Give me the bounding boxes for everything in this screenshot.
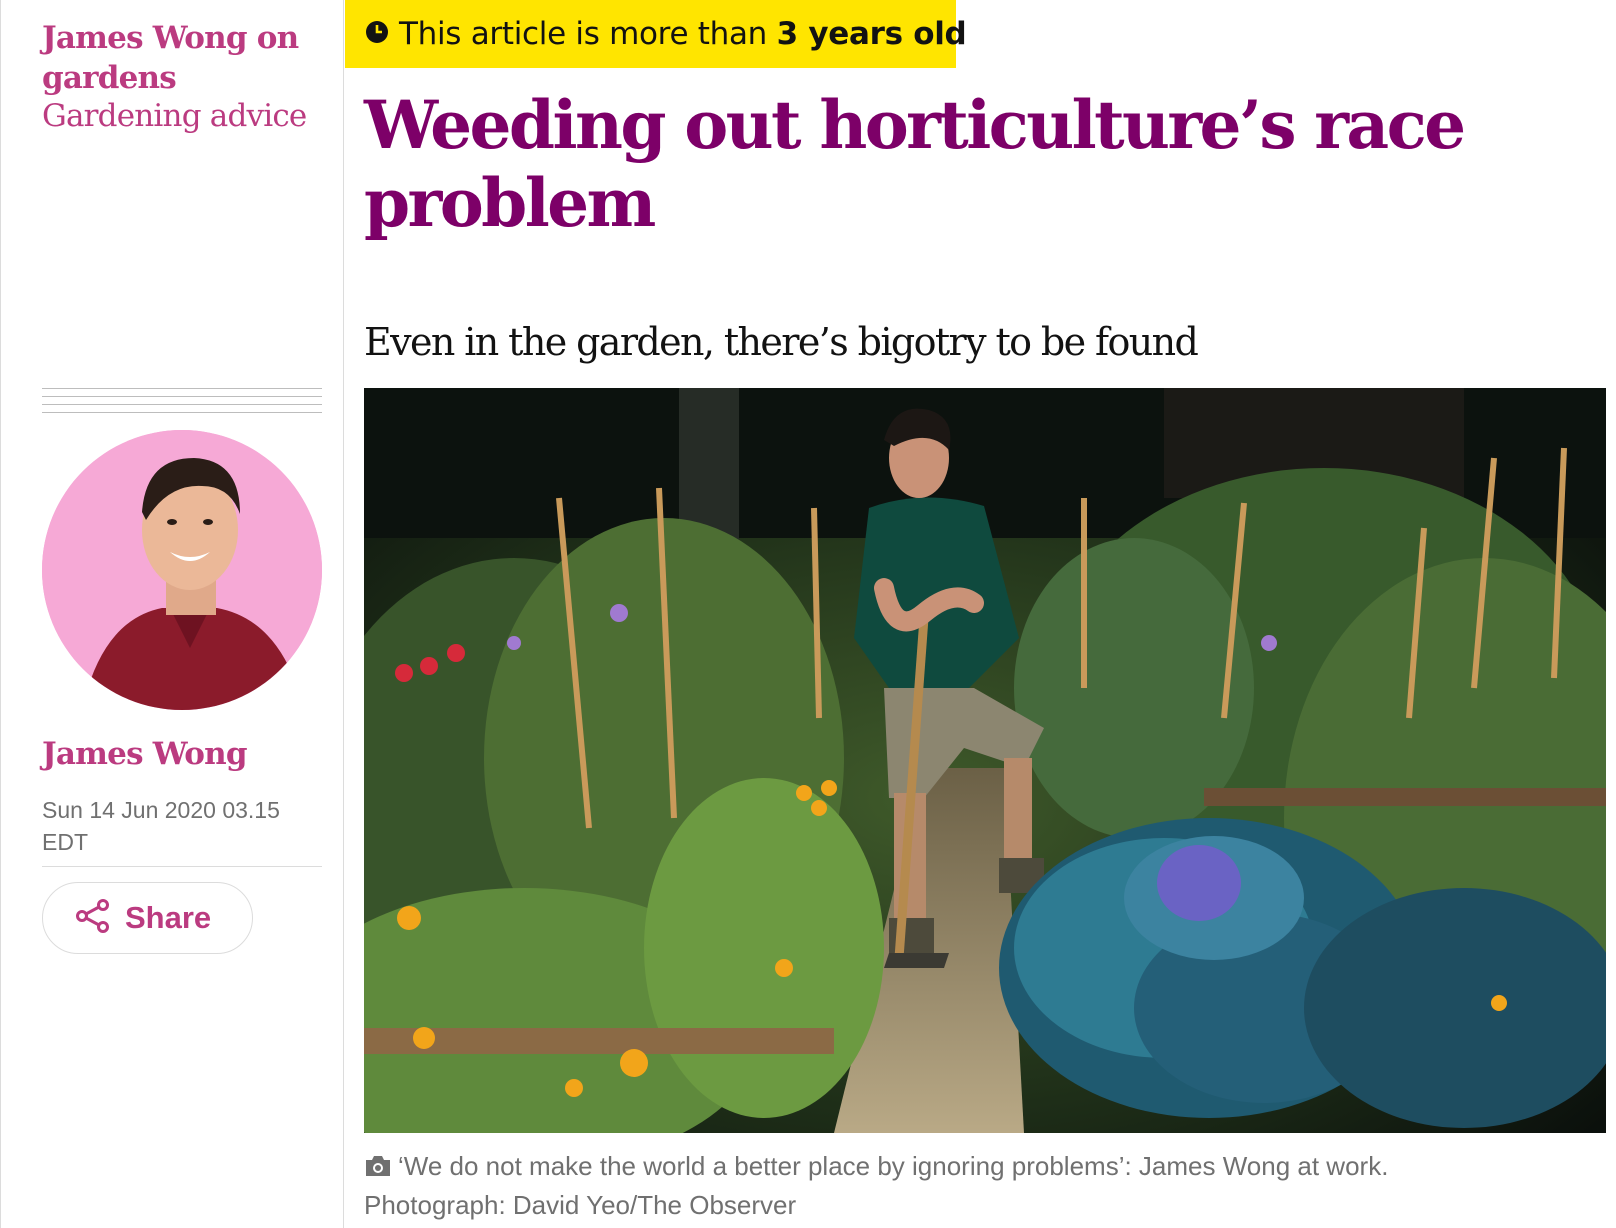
camera-icon xyxy=(364,1150,392,1187)
caption-text: ‘We do not make the world a better place… xyxy=(398,1151,1389,1181)
meta-divider-lines xyxy=(42,388,322,414)
share-button[interactable]: Share xyxy=(42,882,253,954)
image-caption: ‘We do not make the world a better place… xyxy=(364,1148,1604,1224)
article-sidebar: James Wong on gardens Gardening advice J… xyxy=(0,0,344,1228)
series-title-link[interactable]: James Wong on gardens xyxy=(42,18,332,98)
hero-image xyxy=(364,388,1606,1133)
author-name-link[interactable]: James Wong xyxy=(42,736,248,772)
meta-divider xyxy=(42,866,322,867)
age-warning-text: This article is more than 3 years old xyxy=(399,16,967,52)
series-subtitle-link[interactable]: Gardening advice xyxy=(42,96,342,136)
share-label: Share xyxy=(125,900,212,935)
clock-icon xyxy=(365,20,389,49)
author-avatar xyxy=(42,430,322,710)
article-standfirst: Even in the garden, there’s bigotry to b… xyxy=(364,320,1199,364)
photo-credit: Photograph: David Yeo/The Observer xyxy=(364,1190,797,1220)
article-headline: Weeding out horticulture’s race problem xyxy=(364,86,1466,242)
share-icon xyxy=(75,898,111,939)
publish-date: Sun 14 Jun 2020 03.15 EDT xyxy=(42,797,280,855)
article-age-warning: This article is more than 3 years old xyxy=(345,0,967,68)
